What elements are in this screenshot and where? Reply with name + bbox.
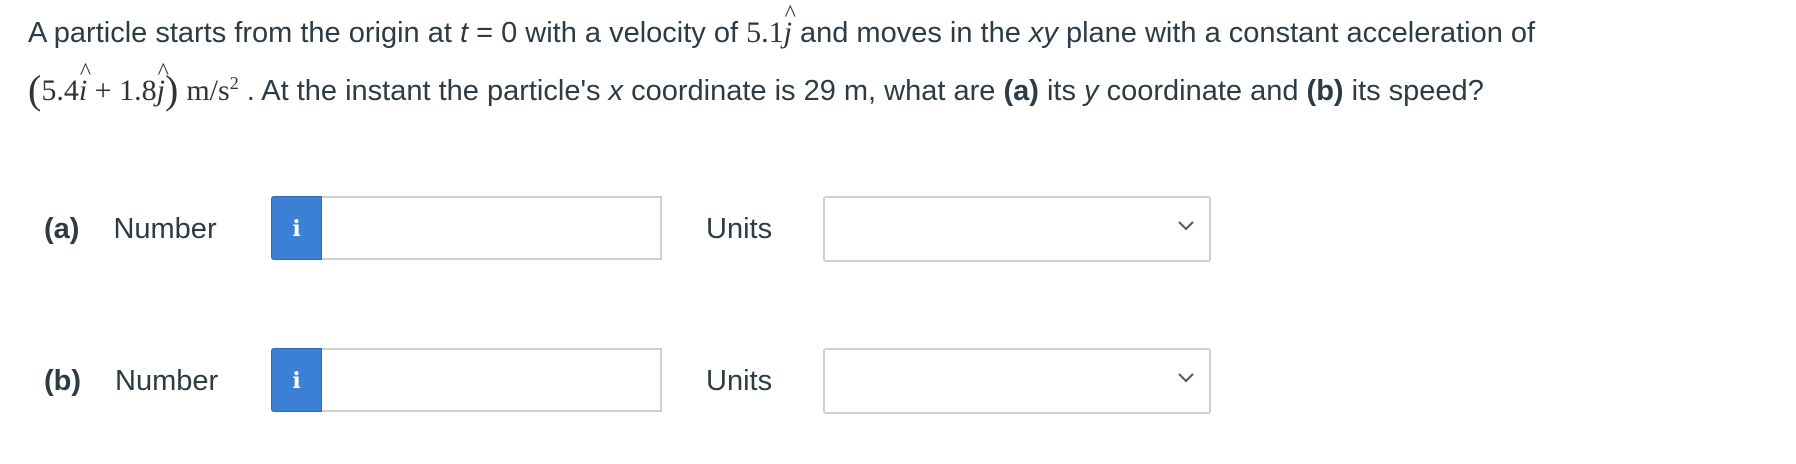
number-label: Number (115, 365, 219, 397)
units-select-b[interactable] (823, 348, 1211, 414)
chevron-down-icon (1178, 373, 1194, 383)
unit-vector-i: i (79, 47, 92, 116)
problem-text: A particle starts from the origin at (28, 17, 460, 49)
variable-xy: xy (1028, 17, 1058, 49)
problem-text: = 0 with a velocity of (468, 17, 747, 49)
info-button[interactable]: i (271, 196, 322, 260)
plus-sign: + (87, 74, 120, 107)
variable-x: x (608, 75, 624, 107)
units-label: Units (706, 213, 773, 245)
part-b-marker: (b) (1306, 75, 1344, 107)
problem-text: plane with a constant acceleration of (1057, 17, 1536, 49)
part-a-marker: (a) (1003, 75, 1039, 107)
problem-text: and moves in the (791, 17, 1029, 49)
accel-coefficient-x: 5.4 (41, 74, 79, 107)
units-label: Units (706, 365, 773, 397)
problem-text: coordinate and (1098, 75, 1307, 107)
part-label: (b) (44, 365, 82, 397)
velocity-expression: 5.1j (746, 0, 796, 49)
paren-close: ) (164, 67, 179, 112)
chevron-down-icon (1178, 221, 1194, 231)
info-icon: i (292, 368, 301, 394)
acceleration-unit: m/s2 (186, 73, 239, 107)
unit-vector-j: j (784, 0, 797, 58)
problem-text: coordinate is 29 m, what are (623, 75, 1004, 107)
unit-base: m/s (186, 74, 230, 107)
number-label: Number (113, 213, 217, 245)
accel-coefficient-y: 1.8 (119, 74, 157, 107)
unit-vector-j: j (157, 47, 170, 116)
problem-statement: A particle starts from the origin at t =… (28, 0, 1768, 116)
info-button[interactable]: i (271, 348, 322, 412)
unit-exponent: 2 (229, 73, 239, 93)
variable-t: t (459, 17, 469, 49)
acceleration-expression: 5.4i + 1.8j (41, 47, 169, 107)
number-input-a[interactable] (322, 196, 662, 260)
velocity-coefficient: 5.1 (746, 16, 784, 49)
problem-text: its speed? (1343, 75, 1484, 107)
number-input-b[interactable] (322, 348, 662, 412)
problem-line-2: (5.4i + 1.8j) m/s2 . At the instant the … (28, 47, 1768, 116)
units-select-a[interactable] (823, 196, 1211, 262)
answer-label-a: (a) Number (44, 196, 217, 262)
paren-open: ( (28, 67, 42, 112)
answer-label-b: (b) Number (44, 348, 218, 414)
problem-text: its (1038, 75, 1085, 107)
part-label: (a) (44, 213, 80, 245)
problem-text: . At the instant the particle's (238, 75, 609, 107)
problem-line-1: A particle starts from the origin at t =… (28, 0, 1768, 58)
variable-y: y (1084, 75, 1099, 107)
info-icon: i (292, 216, 301, 242)
